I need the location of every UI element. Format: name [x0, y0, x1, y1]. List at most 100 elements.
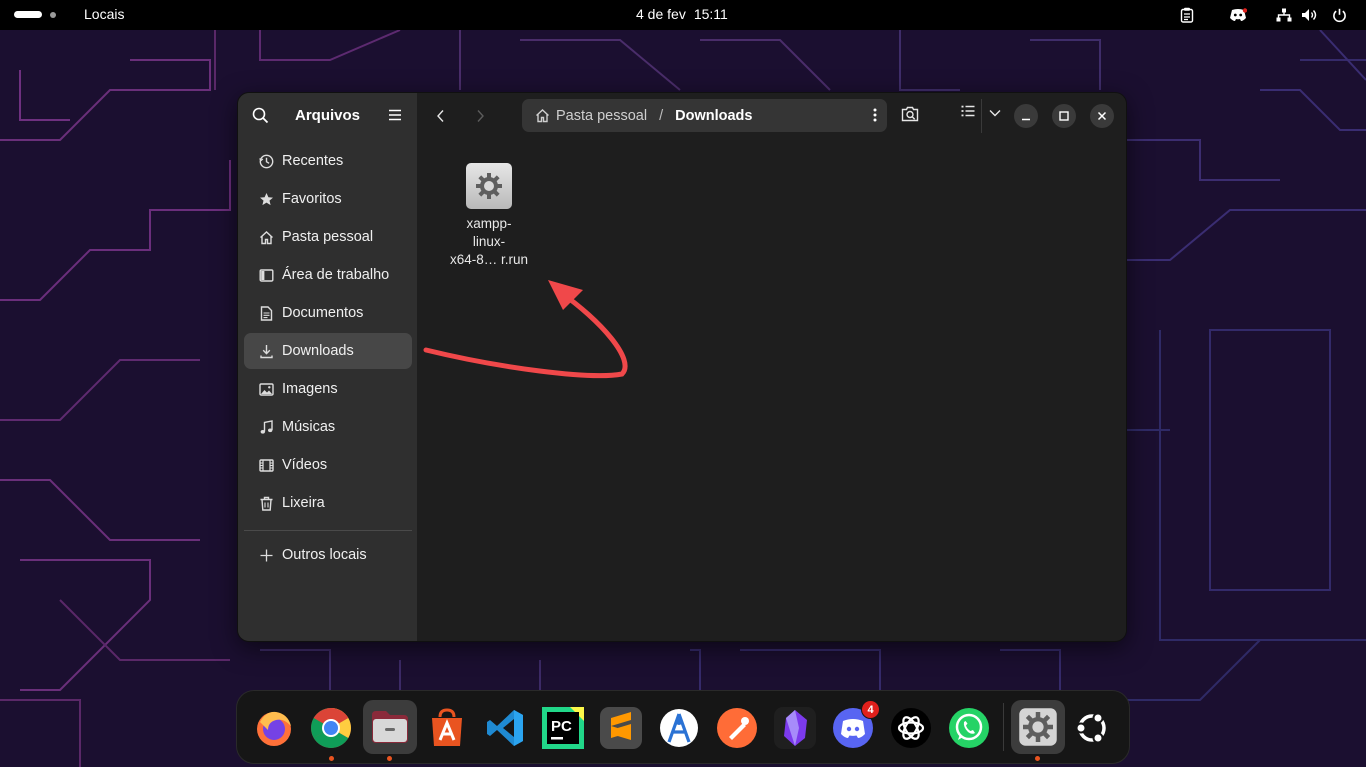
sidebar-item-label: Área de trabalho — [282, 267, 390, 283]
app-center-icon — [432, 708, 462, 746]
dock-app-firefox[interactable] — [253, 707, 295, 749]
path-menu-icon[interactable] — [873, 108, 877, 126]
sidebar-header: Arquivos — [238, 93, 417, 139]
breadcrumb-home[interactable]: Pasta pessoal — [556, 108, 647, 124]
discord-tray-icon[interactable] — [1229, 6, 1247, 24]
pycharm-icon: PC — [542, 707, 584, 749]
sidebar-item-outros-locais[interactable]: Outros locais — [244, 537, 412, 573]
settings-icon — [1019, 708, 1057, 746]
sublime-icon — [611, 712, 631, 740]
sidebar-other-locations-section: Outros locais — [244, 537, 412, 575]
music-icon — [258, 419, 274, 435]
file-name-line: x64-8… r.run — [449, 252, 529, 267]
whatsapp-icon — [949, 708, 989, 748]
sidebar-item-downloads[interactable]: Downloads — [244, 333, 412, 369]
workspace-dot — [50, 11, 56, 18]
toolbar-divider — [981, 99, 982, 133]
clipboard-icon[interactable] — [1178, 6, 1196, 24]
image-icon — [258, 381, 274, 397]
dock-app-android-studio[interactable] — [658, 707, 700, 749]
running-indicator — [387, 756, 392, 761]
file-name: xampp- linux- x64-8… r.run — [439, 215, 539, 269]
sidebar-item-lixeira[interactable]: Lixeira — [244, 485, 412, 521]
obsidian-icon — [784, 710, 807, 746]
volume-icon[interactable] — [1300, 6, 1318, 24]
clock-date: 4 de fev — [636, 6, 686, 22]
firefox-icon — [257, 711, 291, 746]
list-view-icon[interactable] — [961, 105, 975, 117]
dock-app-discord[interactable]: 4 — [832, 700, 880, 749]
network-icon[interactable] — [1275, 6, 1293, 24]
sidebar-item-label: Downloads — [282, 343, 354, 359]
sidebar-item-label: Favoritos — [282, 191, 342, 207]
dock-app-obsidian[interactable] — [774, 707, 816, 749]
sidebar-item-label: Vídeos — [282, 457, 328, 473]
video-icon — [258, 457, 274, 473]
sidebar-item-videos[interactable]: Vídeos — [244, 447, 412, 483]
sidebar-item-musicas[interactable]: Músicas — [244, 409, 412, 445]
focused-app-name[interactable]: Locais — [84, 6, 124, 22]
dock-app-postman[interactable] — [716, 707, 758, 749]
sidebar-places-list: Recentes Favoritos Pasta pessoal Área de… — [244, 143, 412, 523]
main-content: Pasta pessoal / Downloads xampp- linux- … — [417, 93, 1126, 641]
sidebar-item-label: Músicas — [282, 419, 336, 435]
dock-app-files[interactable] — [363, 700, 417, 754]
home-icon — [535, 108, 550, 123]
sidebar-divider — [244, 530, 412, 531]
dock-app-pycharm[interactable]: PC — [542, 707, 584, 749]
sidebar-item-label: Imagens — [282, 381, 338, 397]
view-options-chevron-icon[interactable] — [989, 109, 1001, 117]
file-name-line: xampp- — [466, 216, 512, 231]
workspace-active-pill — [14, 11, 42, 18]
dock-app-vscode[interactable] — [484, 707, 526, 749]
file-manager-window: Arquivos Recentes Favoritos Pasta pessoa… — [237, 92, 1127, 642]
dock-app-sublime[interactable] — [600, 707, 642, 749]
sidebar-item-pasta-pessoal[interactable]: Pasta pessoal — [244, 219, 412, 255]
sidebar-item-label: Recentes — [282, 153, 344, 169]
sidebar-item-recentes[interactable]: Recentes — [244, 143, 412, 179]
pycharm-label: PC — [551, 718, 572, 735]
desktop-icon — [258, 267, 274, 283]
dock-app-app-center[interactable] — [426, 707, 468, 749]
minimize-button[interactable] — [1014, 104, 1038, 128]
notification-badge: 4 — [861, 700, 880, 719]
breadcrumb-current[interactable]: Downloads — [675, 108, 752, 124]
dock-app-chatgpt[interactable] — [890, 707, 932, 749]
document-icon — [258, 305, 274, 321]
sidebar-item-area-de-trabalho[interactable]: Área de trabalho — [244, 257, 412, 293]
trash-icon — [258, 495, 274, 511]
close-button[interactable] — [1090, 104, 1114, 128]
executable-gear-icon — [466, 163, 512, 209]
dock-app-chrome[interactable] — [310, 707, 352, 749]
vscode-icon — [487, 710, 523, 746]
ubuntu-icon — [1075, 712, 1106, 744]
postman-icon — [717, 708, 757, 748]
maximize-button[interactable] — [1052, 104, 1076, 128]
download-icon — [258, 343, 274, 359]
activities-indicator[interactable] — [14, 11, 56, 18]
power-icon[interactable] — [1330, 6, 1348, 24]
sidebar-item-imagens[interactable]: Imagens — [244, 371, 412, 407]
plus-icon — [258, 547, 274, 563]
dock-app-show-apps[interactable] — [1071, 707, 1113, 749]
hamburger-menu-icon[interactable] — [388, 108, 402, 126]
file-item[interactable]: xampp- linux- x64-8… r.run — [439, 163, 539, 269]
path-bar: Pasta pessoal / Downloads — [522, 99, 887, 132]
clock-time: 15:11 — [693, 6, 728, 22]
sidebar-item-documentos[interactable]: Documentos — [244, 295, 412, 331]
running-indicator — [329, 756, 334, 761]
top-bar: Locais 4 de fev 15:11 — [0, 0, 1366, 30]
clock[interactable]: 4 de fev 15:11 — [636, 6, 728, 22]
sidebar-item-label: Outros locais — [282, 547, 367, 563]
back-button[interactable] — [430, 105, 452, 127]
sidebar-item-label: Lixeira — [282, 495, 325, 511]
breadcrumb-separator: / — [659, 107, 664, 124]
search-folder-button[interactable] — [901, 105, 919, 123]
dock-app-settings[interactable] — [1011, 700, 1065, 754]
clock-icon — [258, 153, 274, 169]
forward-button[interactable] — [469, 105, 491, 127]
dock-app-whatsapp[interactable] — [948, 707, 990, 749]
star-icon — [258, 191, 274, 207]
sidebar-item-favoritos[interactable]: Favoritos — [244, 181, 412, 217]
android-studio-icon — [660, 709, 698, 747]
